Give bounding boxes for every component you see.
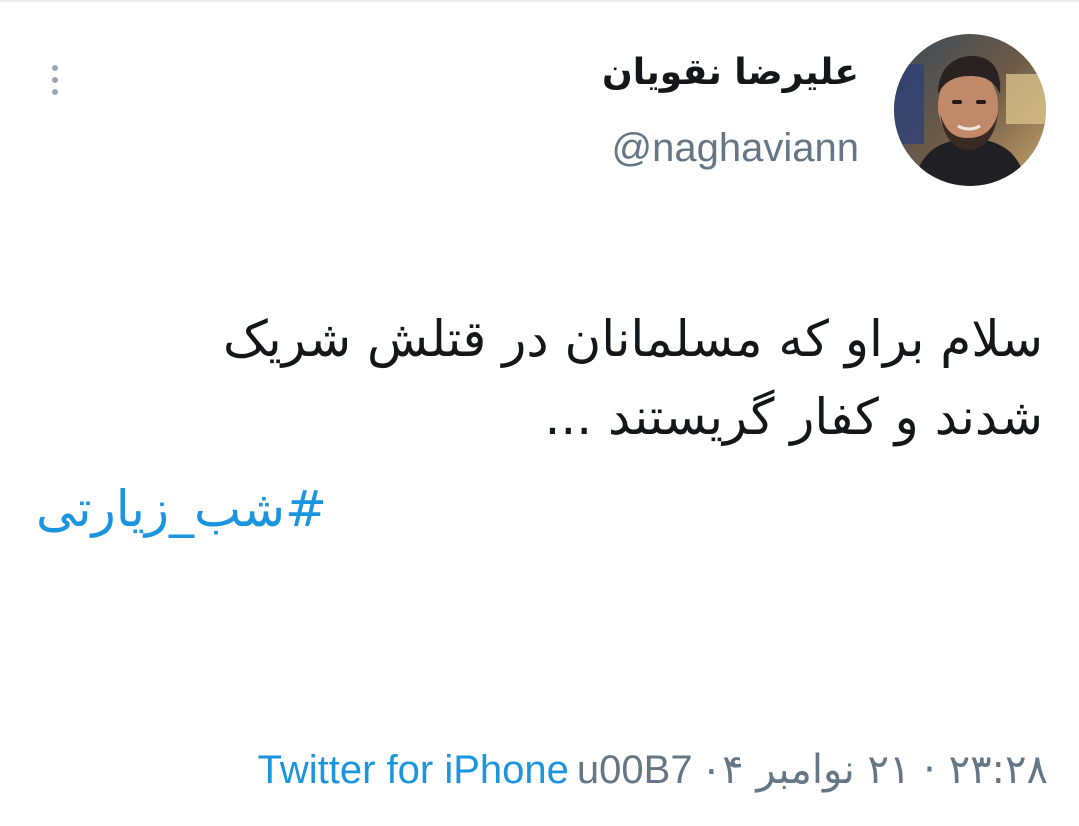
more-vertical-icon (52, 65, 58, 71)
tweet-text: سلام براو که مسلمانان در قتلش شریک شدند … (63, 300, 1043, 456)
top-divider (0, 0, 1079, 2)
avatar[interactable] (894, 34, 1046, 186)
more-vertical-icon-dot (52, 77, 58, 83)
tweet-meta: Twitter for iPhone u00B7 ۲۳:۲۸ · ۲۱ نوام… (218, 740, 1048, 800)
hashtag-link[interactable]: #شب_زیارتی (36, 470, 327, 548)
meta-separator: u00B7 (576, 747, 693, 792)
more-options-button[interactable] (40, 58, 70, 102)
author-display-name[interactable]: علیرضا نقویان (602, 52, 859, 93)
tweet-text-line: سلام براو که مسلمانان در قتلش شریک (223, 310, 1043, 368)
hashtag-row: #شب_زیارتی (36, 470, 327, 548)
author-handle[interactable]: @naghaviann (612, 126, 859, 171)
tweet-source-link[interactable]: Twitter for iPhone (258, 748, 569, 793)
tweet-text-line: شدند و کفار گریستند ... (544, 388, 1043, 446)
user-photo-icon (894, 34, 1046, 186)
tweet-timestamp[interactable]: ۲۳:۲۸ · ۲۱ نوامبر ۰۴ (701, 747, 1048, 793)
more-vertical-icon-dot (52, 89, 58, 95)
